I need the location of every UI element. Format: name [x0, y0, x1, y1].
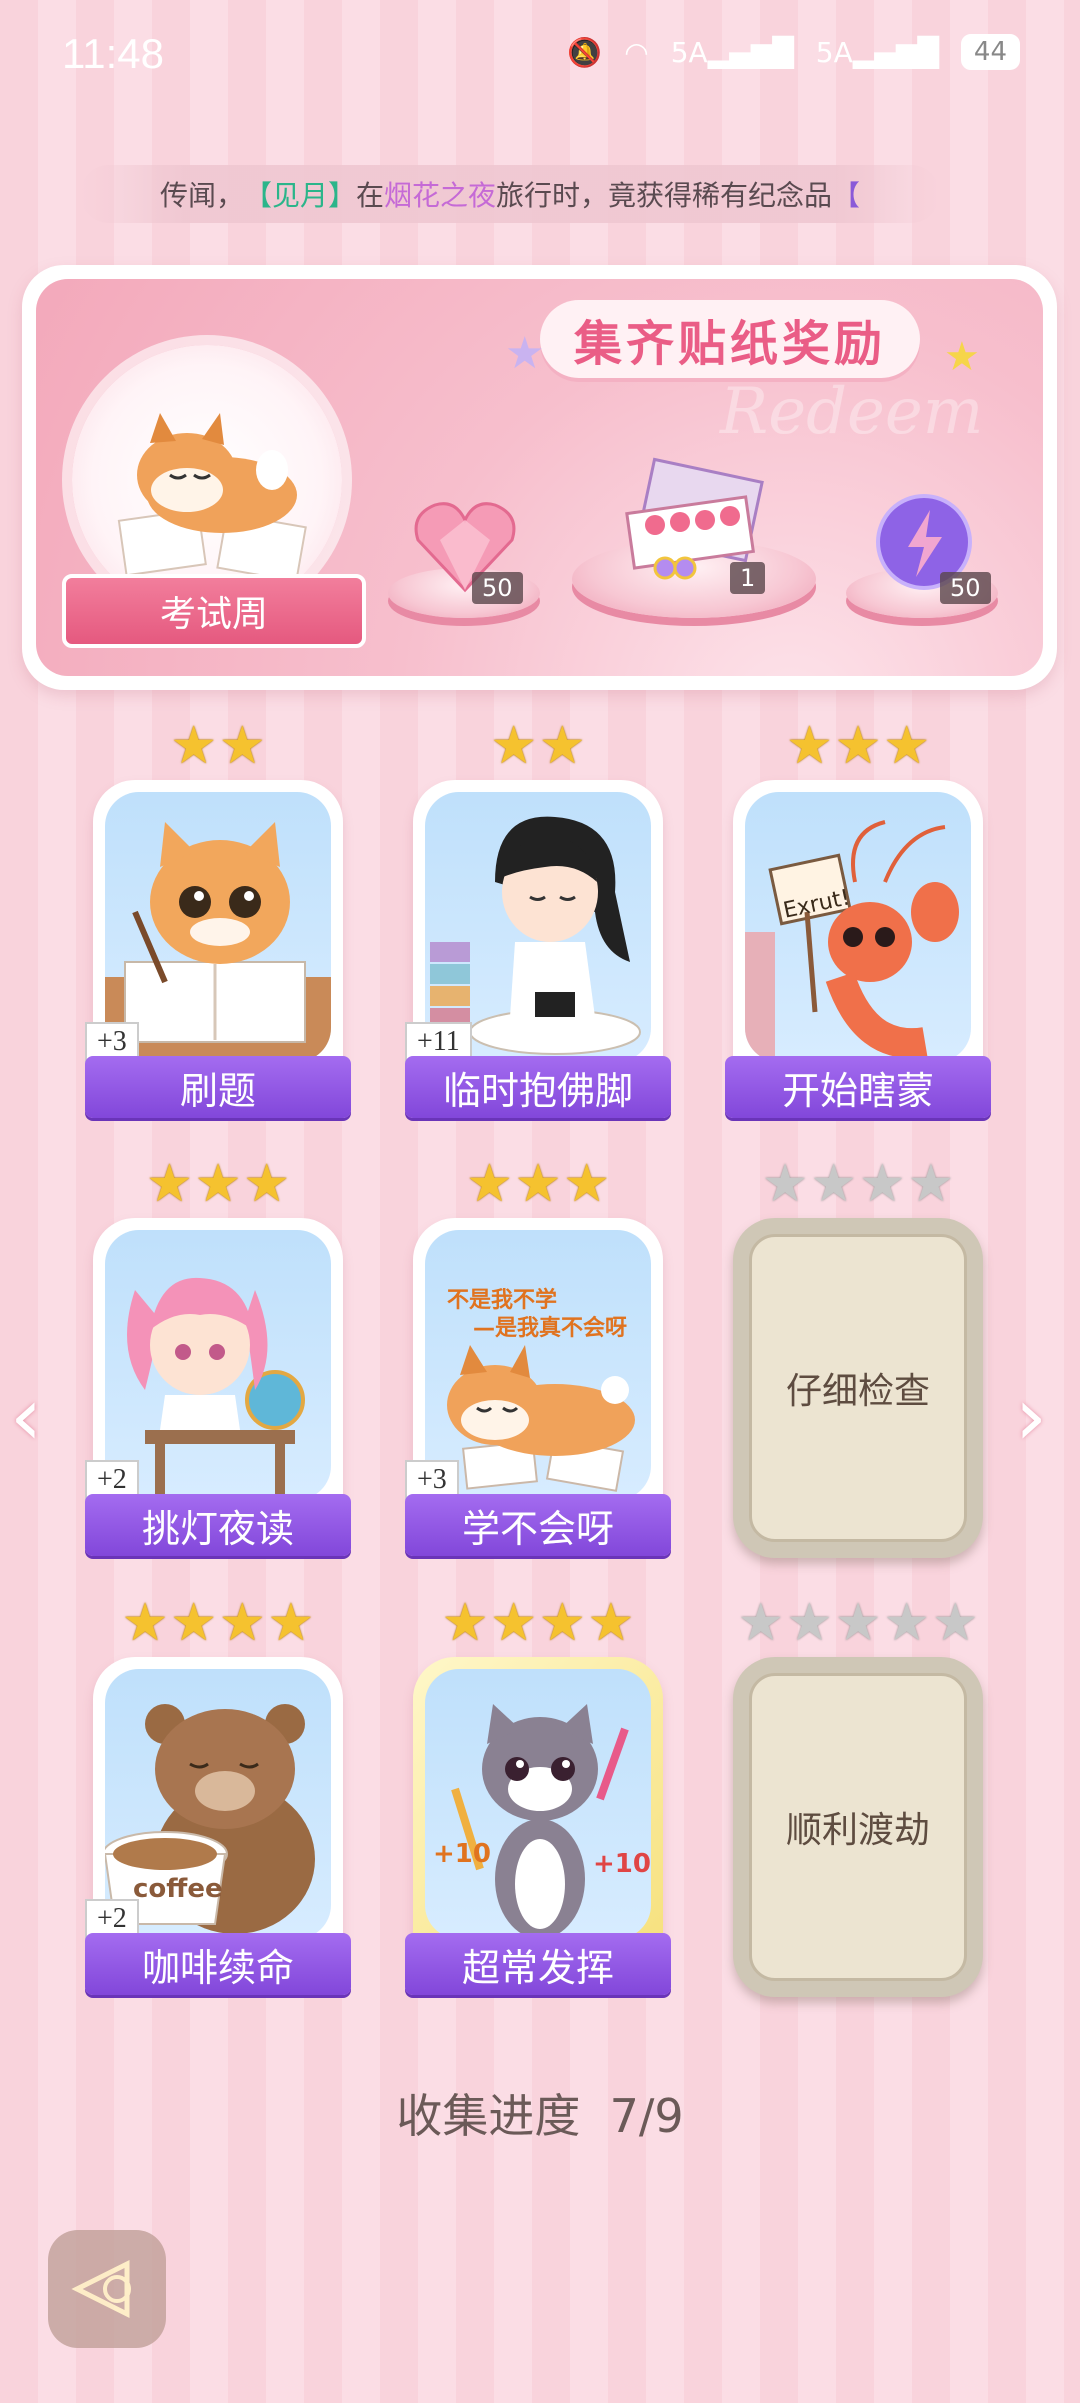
cheering-cat-icon	[451, 1704, 629, 1939]
shrimp-with-sign-icon	[745, 820, 959, 1062]
banner-title: 集齐贴纸奖励	[540, 300, 920, 378]
sleeping-shiba-icon	[447, 1345, 635, 1492]
gift-box-icon[interactable]	[620, 450, 770, 580]
sticker-label: 学不会呀	[405, 1494, 671, 1556]
status-icons: 🔕 ◠ 5A▂▄▆█ 5A▂▄▆█ 44	[567, 34, 1020, 70]
sticker-card[interactable]: ★ ★ ★ ★ +10 +10 超常发挥	[405, 1597, 671, 1995]
sticker-art: Exrut!	[745, 792, 971, 1062]
locked-sticker-card[interactable]: ★ ★ ★ ★ 仔细检查	[733, 1158, 983, 1558]
back-arrow-icon	[71, 2259, 131, 2319]
sticker-art	[105, 792, 331, 1062]
battery-icon: 44	[960, 34, 1020, 70]
star-rating: ★ ★ ★	[146, 1154, 290, 1214]
star-rating: ★ ★ ★ ★	[761, 1154, 955, 1214]
back-button[interactable]	[48, 2230, 166, 2348]
sticker-art: coffee	[105, 1669, 331, 1939]
girl-studying-night-icon	[127, 1277, 305, 1500]
prev-page-button[interactable]: ‹	[10, 1370, 42, 1463]
sticker-label: 超常发挥	[405, 1933, 671, 1995]
reward-count: 50	[940, 572, 991, 604]
sticker-card[interactable]: ★ ★ +11 临时抱佛脚	[405, 720, 671, 1118]
score-text: +10	[593, 1849, 651, 1879]
collection-progress: 收集进度 7/9	[396, 2089, 684, 2143]
star-rating: ★ ★ ★	[466, 1154, 610, 1214]
sticker-label: 开始瞎蒙	[725, 1056, 991, 1118]
clock: 11:48	[62, 30, 164, 77]
star-rating: ★ ★ ★	[786, 716, 930, 776]
sticker-art: +10 +10	[425, 1669, 651, 1939]
star-rating: ★ ★ ★ ★	[121, 1593, 315, 1653]
news-ticker: 传闻， 【见月】在烟花之夜 旅行时，竟获得稀有纪念品【	[80, 165, 940, 223]
score-text: +10	[433, 1839, 491, 1869]
sticker-card[interactable]: ★ ★ ★ Exrut! 开始瞎蒙	[725, 720, 991, 1118]
sticker-label: 咖啡续命	[85, 1933, 351, 1995]
sticker-card[interactable]: ★ ★ ★ ★ coffee +2 咖啡续命	[85, 1597, 351, 1995]
locked-sticker-card[interactable]: ★ ★ ★ ★ ★ 顺利渡劫	[733, 1597, 983, 1997]
sticker-art: 不是我不学 —是我真不会呀	[425, 1230, 651, 1500]
reward-count: 1	[730, 562, 766, 594]
sticker-label: 临时抱佛脚	[405, 1056, 671, 1118]
star-icon: ★	[944, 334, 980, 380]
signal-icon: 5A▂▄▆█	[670, 35, 794, 69]
star-rating: ★ ★ ★ ★	[441, 1593, 635, 1653]
sticker-art	[105, 1230, 331, 1500]
sticker-label: 顺利渡劫	[749, 1673, 967, 1981]
sticker-label: 仔细检查	[749, 1234, 967, 1542]
banner-watermark: Redeem	[720, 375, 984, 449]
wifi-icon: ◠	[624, 35, 649, 69]
mute-icon: 🔕	[567, 35, 603, 69]
sticker-label: 挑灯夜读	[85, 1494, 351, 1556]
star-rating: ★ ★	[170, 716, 266, 776]
cup-text: coffee	[133, 1874, 223, 1904]
sticker-label: 刷题	[85, 1056, 351, 1118]
cat-writing-icon	[105, 822, 331, 1062]
sticker-card[interactable]: ★ ★ ★ +2 挑灯夜读	[85, 1158, 351, 1556]
status-bar: 11:48 🔕 ◠ 5A▂▄▆█ 5A▂▄▆█ 44	[0, 0, 1080, 110]
star-rating: ★ ★	[490, 716, 586, 776]
badge-label[interactable]: 考试周	[62, 574, 366, 648]
star-icon: ★	[505, 328, 545, 379]
next-page-button[interactable]: ›	[1015, 1370, 1047, 1463]
signal-icon-2: 5A▂▄▆█	[815, 35, 939, 69]
reward-count: 50	[472, 572, 523, 604]
sticker-card[interactable]: ★ ★ +3 刷题	[85, 720, 351, 1118]
sticker-caption: —是我真不会呀	[473, 1316, 628, 1341]
star-rating: ★ ★ ★ ★ ★	[737, 1593, 979, 1653]
sticker-card[interactable]: ★ ★ ★ 不是我不学 —是我真不会呀 +3 学不会呀	[405, 1158, 671, 1556]
